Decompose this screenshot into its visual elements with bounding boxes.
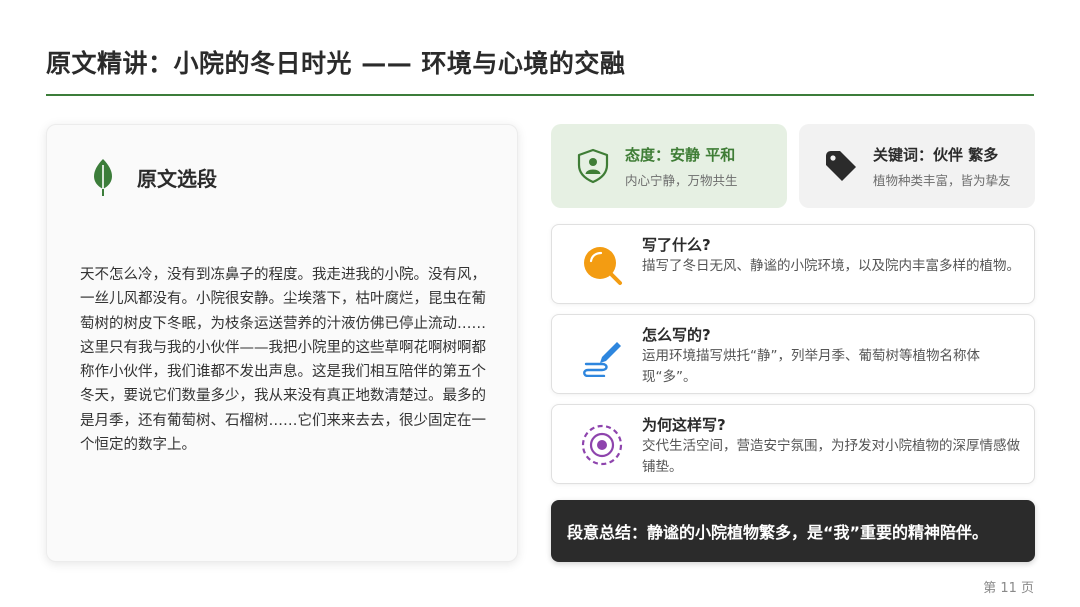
title-divider bbox=[46, 94, 1034, 96]
tag-icon bbox=[826, 151, 856, 181]
leaf-icon bbox=[94, 159, 112, 196]
excerpt-paragraph: 天不怎么冷，没有到冻鼻子的程度。我走进我的小院。没有风，一丝儿风都没有。小院很安… bbox=[80, 267, 486, 332]
question-label: 写了什么? bbox=[642, 236, 711, 254]
keywords-tile: 关键词：伙伴 繁多 植物种类丰富，皆为挚友 bbox=[799, 124, 1035, 208]
question-card-what: 写了什么? 描写了冬日无风、静谧的小院环境，以及院内丰富多样的植物。 bbox=[551, 224, 1035, 304]
summary-text: 段意总结：静谧的小院植物繁多，是“我”重要的精神陪伴。 bbox=[567, 523, 989, 542]
page-title: 原文精讲：小院的冬日时光 —— 环境与心境的交融 bbox=[46, 49, 626, 78]
excerpt-heading: 原文选段 bbox=[137, 166, 217, 191]
question-answer: 描写了冬日无风、静谧的小院环境，以及院内丰富多样的植物。 bbox=[642, 258, 1020, 274]
page-number: 第 11 页 bbox=[983, 581, 1034, 596]
question-answer: 运用环境描写烘托“静”，列举月季、葡萄树等植物名称体现“多”。 bbox=[642, 348, 980, 385]
target-icon bbox=[581, 424, 623, 466]
excerpt-header: 原文选段 bbox=[87, 157, 217, 197]
pen-icon bbox=[583, 342, 621, 377]
question-card-how: 怎么写的? 运用环境描写烘托“静”，列举月季、葡萄树等植物名称体现“多”。 bbox=[551, 314, 1035, 394]
keywords-subtitle: 植物种类丰富，皆为挚友 bbox=[873, 172, 1011, 188]
question-answer: 交代生活空间，营造安宁氛围，为抒发对小院植物的深厚情感做铺垫。 bbox=[642, 438, 1020, 475]
attitude-subtitle: 内心宁静，万物共生 bbox=[625, 172, 738, 188]
attitude-tile: 态度：安静 平和 内心宁静，万物共生 bbox=[551, 124, 787, 208]
shield-user-icon bbox=[577, 148, 609, 184]
question-label: 怎么写的? bbox=[642, 326, 711, 344]
summary-bar: 段意总结：静谧的小院植物繁多，是“我”重要的精神陪伴。 bbox=[551, 500, 1035, 562]
attitude-title: 态度：安静 平和 bbox=[625, 145, 736, 164]
excerpt-card: 原文选段 天不怎么冷，没有到冻鼻子的程度。我走进我的小院。没有风，一丝儿风都没有… bbox=[46, 124, 518, 562]
excerpt-passage: 天不怎么冷，没有到冻鼻子的程度。我走进我的小院。没有风，一丝儿风都没有。小院很安… bbox=[80, 263, 490, 457]
excerpt-paragraph: 这里只有我与我的小伙伴——我把小院里的这些草啊花啊树啊都称作小伙伴，我们谁都不发… bbox=[80, 339, 486, 454]
question-card-why: 为何这样写? 交代生活空间，营造安宁氛围，为抒发对小院植物的深厚情感做铺垫。 bbox=[551, 404, 1035, 484]
search-icon bbox=[584, 247, 622, 285]
question-label: 为何这样写? bbox=[642, 416, 726, 434]
keywords-title: 关键词：伙伴 繁多 bbox=[873, 145, 999, 164]
